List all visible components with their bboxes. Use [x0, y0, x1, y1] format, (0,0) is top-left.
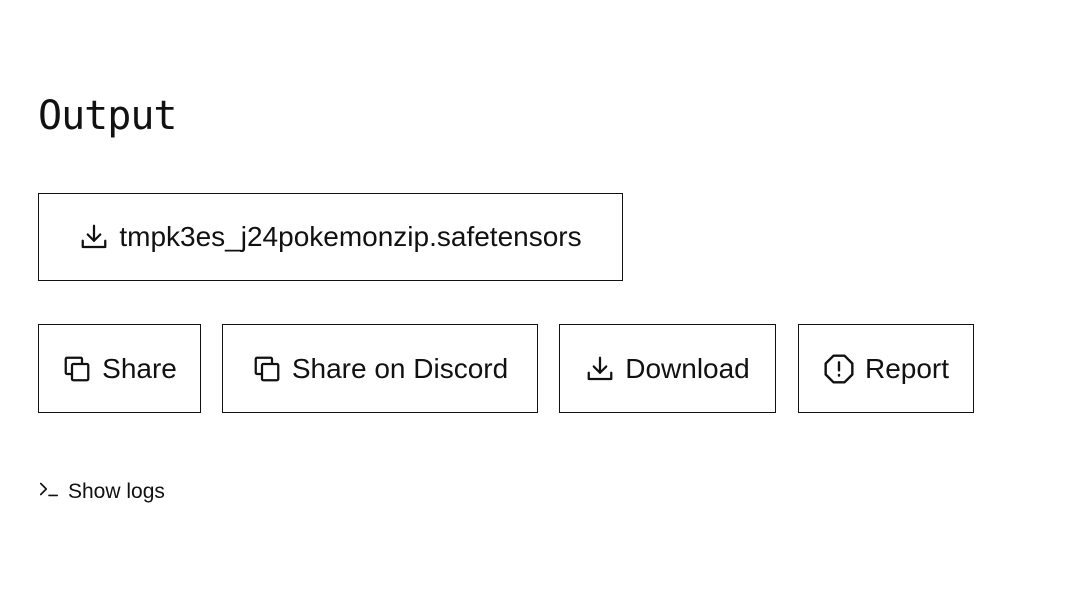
report-button-label: Report	[864, 352, 950, 384]
share-button-label: Share	[102, 352, 177, 384]
share-on-discord-label: Share on Discord	[291, 352, 509, 384]
terminal-icon	[38, 478, 60, 506]
copy-icon	[252, 354, 282, 384]
show-logs-toggle[interactable]: Show logs	[38, 478, 165, 506]
output-file-download-button[interactable]: tmpk3es_j24pokemonzip.safetensors	[38, 193, 623, 281]
output-file-name: tmpk3es_j24pokemonzip.safetensors	[119, 221, 582, 252]
copy-icon	[62, 354, 92, 384]
download-button-label: Download	[625, 352, 750, 384]
share-on-discord-button[interactable]: Share on Discord	[222, 324, 538, 413]
report-button[interactable]: Report	[798, 324, 974, 413]
alert-octagon-icon	[823, 353, 855, 385]
download-icon	[79, 222, 109, 252]
show-logs-label: Show logs	[68, 480, 165, 503]
download-button[interactable]: Download	[559, 324, 776, 413]
download-icon	[585, 354, 615, 384]
page-title: Output	[38, 93, 177, 139]
share-button[interactable]: Share	[38, 324, 201, 413]
